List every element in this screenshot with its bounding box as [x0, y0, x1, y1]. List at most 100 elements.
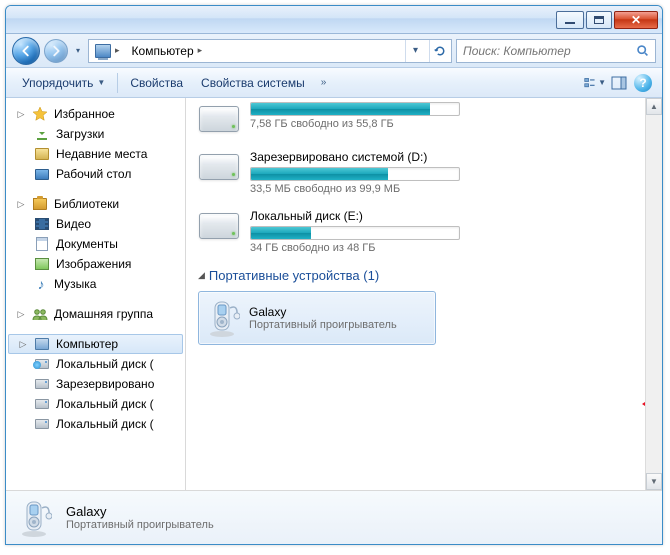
portable-device-icon: [16, 495, 56, 541]
nav-history-dropdown[interactable]: ▾: [72, 40, 84, 62]
pictures-icon: [34, 256, 50, 272]
search-input[interactable]: [463, 44, 636, 58]
address-dropdown-button[interactable]: ▾: [405, 40, 425, 62]
device-item-galaxy[interactable]: Galaxy Портативный проигрыватель: [198, 291, 436, 345]
sidebar-item-label: Загрузки: [56, 127, 104, 141]
sidebar-item-recent[interactable]: Недавние места: [6, 144, 185, 164]
computer-icon: [34, 336, 50, 352]
vertical-scrollbar[interactable]: ▲ ▼: [645, 98, 662, 490]
capacity-text: 7,58 ГБ свободно из 55,8 ГБ: [250, 118, 480, 130]
computer-icon: [95, 44, 111, 58]
document-icon: [34, 236, 50, 252]
capacity-bar: [250, 167, 460, 181]
sidebar-item-label: Изображения: [56, 257, 131, 271]
portable-device-icon: [207, 298, 241, 338]
collapse-icon[interactable]: ▷: [16, 109, 26, 120]
drive-item[interactable]: Зарезервировано системой (D:) 33,5 МБ св…: [198, 150, 650, 195]
chevron-right-icon: ▸: [198, 45, 203, 56]
sidebar-item-label: Домашняя группа: [54, 307, 153, 321]
sidebar-item-drive-e[interactable]: Локальный диск (: [6, 394, 185, 414]
breadcrumb-computer[interactable]: Компьютер ▸: [128, 40, 207, 62]
hard-drive-icon: [198, 209, 240, 243]
recent-icon: [34, 146, 50, 162]
category-header[interactable]: ◢ Портативные устройства (1): [198, 268, 650, 283]
drive-icon: [34, 396, 50, 412]
breadcrumb-root[interactable]: ▸: [91, 40, 124, 62]
explorer-window: ✕ ▾ ▸ Компьютер ▸ ▾: [5, 5, 663, 545]
sidebar-item-label: Документы: [56, 237, 118, 251]
navigation-pane: ▷ Избранное Загрузки Недавние места Рабо…: [6, 98, 186, 490]
sidebar-item-music[interactable]: ♪ Музыка: [6, 274, 185, 294]
details-subtitle: Портативный проигрыватель: [66, 519, 214, 531]
desktop-icon: [34, 166, 50, 182]
details-pane: Galaxy Портативный проигрыватель: [6, 490, 662, 544]
back-button[interactable]: [12, 37, 40, 65]
sidebar-homegroup[interactable]: ▷ Домашняя группа: [6, 304, 185, 324]
device-subtitle: Портативный проигрыватель: [249, 319, 397, 331]
forward-button[interactable]: [44, 39, 68, 63]
scroll-down-button[interactable]: ▼: [646, 473, 662, 490]
help-button[interactable]: ?: [632, 72, 654, 94]
nav-bar: ▾ ▸ Компьютер ▸ ▾: [6, 34, 662, 68]
sidebar-item-drive-f[interactable]: Локальный диск (: [6, 414, 185, 434]
sidebar-item-documents[interactable]: Документы: [6, 234, 185, 254]
drive-icon: [34, 356, 50, 372]
scroll-up-button[interactable]: ▲: [646, 98, 662, 115]
address-bar[interactable]: ▸ Компьютер ▸ ▾: [88, 39, 452, 63]
collapse-icon[interactable]: ▷: [16, 199, 26, 210]
collapse-icon[interactable]: ▷: [16, 309, 26, 320]
sidebar-item-label: Компьютер: [56, 337, 118, 351]
view-options-button[interactable]: ▼: [584, 72, 606, 94]
drive-item[interactable]: Локальный диск (E:) 34 ГБ свободно из 48…: [198, 209, 650, 254]
sidebar-item-downloads[interactable]: Загрузки: [6, 124, 185, 144]
properties-button[interactable]: Свойства: [122, 73, 191, 93]
minimize-button[interactable]: [556, 11, 584, 29]
libraries-icon: [32, 196, 48, 212]
drive-name: Зарезервировано системой (D:): [250, 150, 480, 164]
close-button[interactable]: ✕: [614, 11, 658, 29]
chevron-right-icon: ▸: [115, 45, 120, 56]
sidebar-item-drive-c[interactable]: Локальный диск (: [6, 354, 185, 374]
sidebar-item-videos[interactable]: Видео: [6, 214, 185, 234]
drive-name: Локальный диск (E:): [250, 209, 480, 223]
refresh-button[interactable]: [429, 40, 449, 62]
hard-drive-icon: [198, 102, 240, 136]
command-bar: Упорядочить ▼ Свойства Свойства системы …: [6, 68, 662, 98]
sidebar-item-label: Избранное: [54, 107, 115, 121]
help-icon: ?: [634, 74, 652, 92]
breadcrumb-label: Компьютер: [132, 44, 194, 58]
sidebar-item-label: Локальный диск (: [56, 397, 154, 411]
search-box[interactable]: [456, 39, 656, 63]
sidebar-libraries[interactable]: ▷ Библиотеки: [6, 194, 185, 214]
separator: [117, 73, 118, 93]
hard-drive-icon: [198, 150, 240, 184]
star-icon: [32, 106, 48, 122]
sidebar-item-label: Недавние места: [56, 147, 147, 161]
drive-item[interactable]: 7,58 ГБ свободно из 55,8 ГБ: [198, 102, 650, 136]
sidebar-favorites[interactable]: ▷ Избранное: [6, 104, 185, 124]
capacity-text: 34 ГБ свободно из 48 ГБ: [250, 242, 480, 254]
download-icon: [34, 126, 50, 142]
preview-pane-button[interactable]: [608, 72, 630, 94]
content-pane: 7,58 ГБ свободно из 55,8 ГБ Зарезервиров…: [186, 98, 662, 490]
sidebar-item-pictures[interactable]: Изображения: [6, 254, 185, 274]
collapse-icon[interactable]: ◢: [198, 270, 205, 281]
sidebar-item-label: Музыка: [54, 277, 96, 291]
drive-icon: [34, 416, 50, 432]
chevron-down-icon: ▼: [97, 78, 105, 87]
system-properties-button[interactable]: Свойства системы: [193, 73, 313, 93]
sidebar-item-desktop[interactable]: Рабочий стол: [6, 164, 185, 184]
category-portable-devices: ◢ Портативные устройства (1): [198, 268, 650, 345]
sidebar-item-label: Видео: [56, 217, 91, 231]
titlebar[interactable]: ✕: [6, 6, 662, 34]
category-label: Портативные устройства (1): [209, 268, 379, 283]
toolbar-overflow-button[interactable]: »: [315, 77, 333, 88]
sidebar-computer[interactable]: ▷ Компьютер: [8, 334, 183, 354]
organize-menu[interactable]: Упорядочить ▼: [14, 73, 113, 93]
collapse-icon[interactable]: ▷: [18, 339, 28, 350]
maximize-button[interactable]: [586, 11, 612, 29]
device-name: Galaxy: [249, 305, 397, 319]
sidebar-item-drive-d[interactable]: Зарезервировано: [6, 374, 185, 394]
capacity-text: 33,5 МБ свободно из 99,9 МБ: [250, 183, 480, 195]
properties-label: Свойства: [130, 76, 183, 90]
